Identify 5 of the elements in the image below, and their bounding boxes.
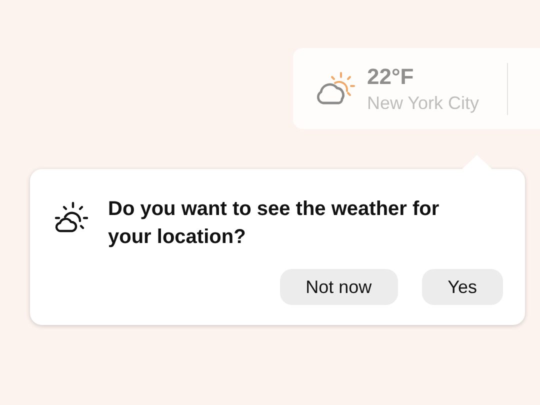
city-name: New York City — [367, 92, 480, 114]
popup-button[interactable]: Yes — [422, 269, 503, 305]
location-question: Do you want to see the weather for your location? — [108, 197, 440, 250]
temperature: 22°F — [367, 64, 415, 90]
popup-button[interactable]: Not now — [280, 269, 398, 305]
